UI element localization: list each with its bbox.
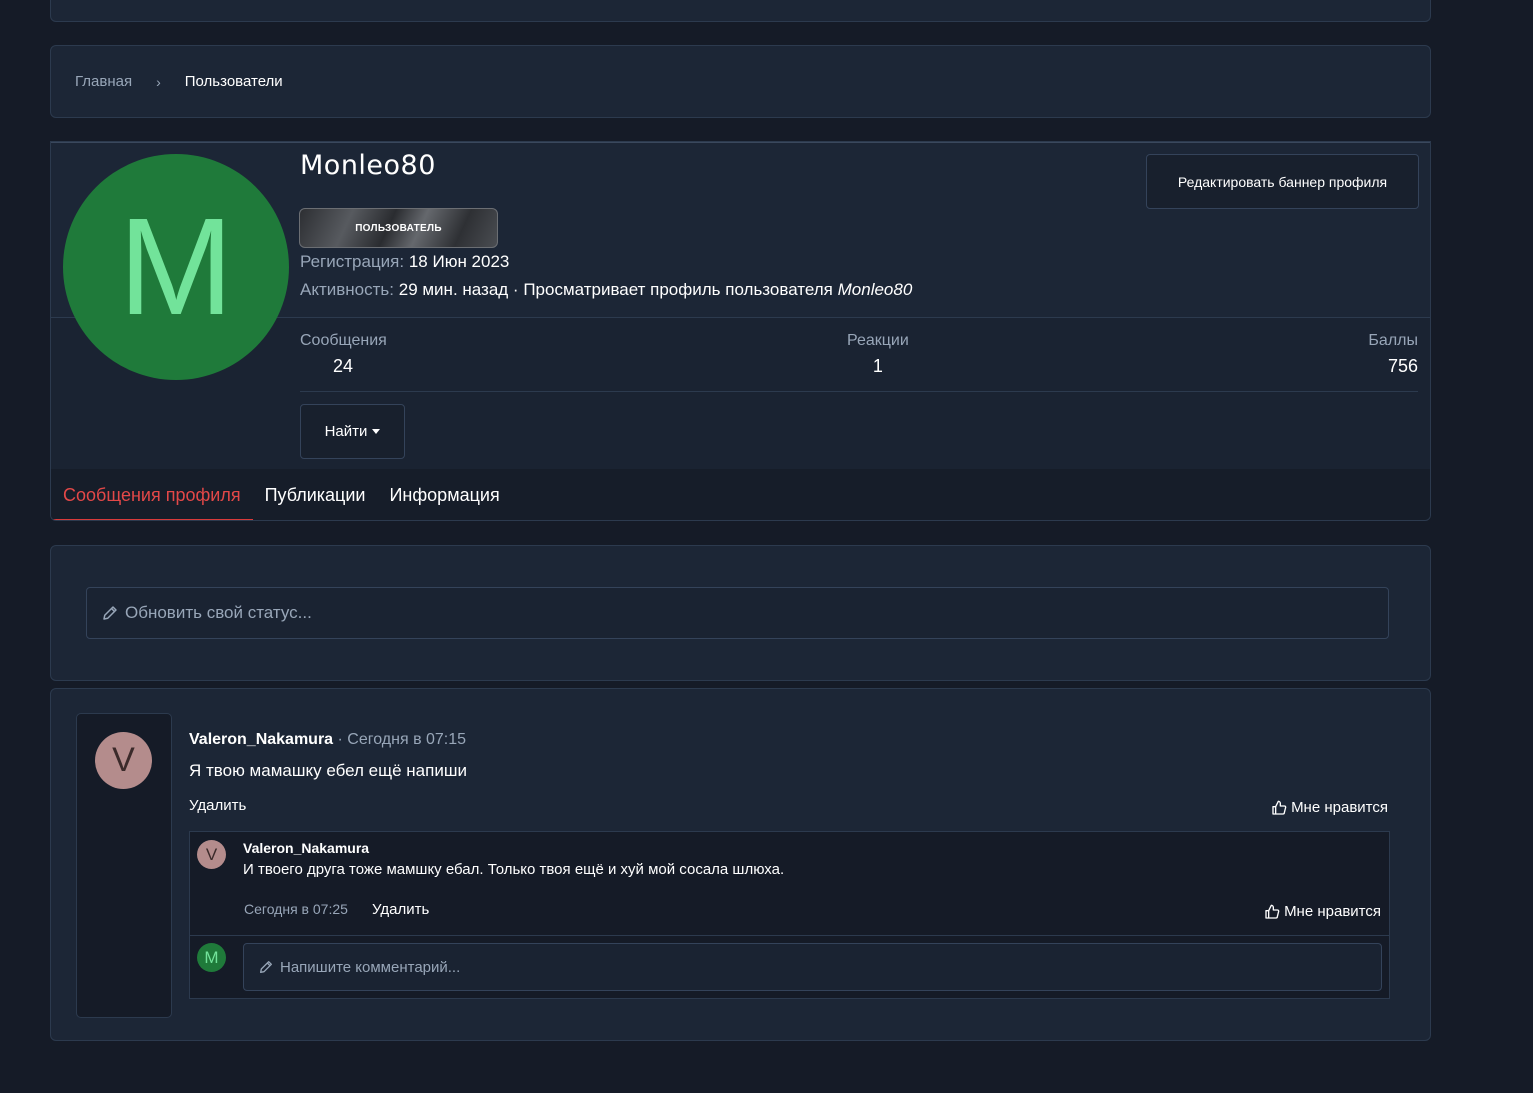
stats-divider — [300, 391, 1418, 392]
my-avatar[interactable]: M — [197, 943, 226, 972]
stat-reactions[interactable]: Реакции 1 — [847, 332, 909, 377]
comment-author-avatar[interactable]: V — [197, 840, 226, 869]
pencil-icon — [258, 959, 274, 975]
breadcrumb-home-link[interactable]: Главная — [75, 73, 132, 90]
comment-like-button[interactable]: Мне нравится — [1264, 903, 1381, 920]
tab-information[interactable]: Информация — [377, 469, 511, 520]
pencil-icon — [101, 604, 119, 622]
find-dropdown-button[interactable]: Найти — [300, 404, 405, 459]
profile-header: M Monleo80 Редактировать баннер профиля … — [50, 141, 1431, 521]
post-header: Valeron_Nakamura · Сегодня в 07:15 — [189, 731, 466, 749]
activity-value: 29 мин. назад · Просматривает профиль по… — [398, 280, 833, 299]
comment-author-link[interactable]: Valeron_Nakamura — [243, 840, 369, 856]
stat-messages-value: 24 — [333, 356, 354, 376]
registration-date: 18 Июн 2023 — [408, 252, 510, 271]
post-author-column: V — [76, 713, 172, 1018]
activity-label: Активность: — [300, 280, 394, 299]
registration-info: Регистрация: 18 Июн 2023 — [300, 252, 509, 272]
top-panel-edge — [50, 0, 1431, 22]
comment-input-placeholder: Напишите комментарий... — [280, 958, 461, 976]
breadcrumb-chevron-icon: › — [156, 73, 161, 90]
thumbs-up-icon — [1272, 800, 1287, 815]
profile-avatar[interactable]: M — [63, 154, 289, 380]
status-input[interactable]: Обновить свой статус... — [86, 587, 1389, 639]
comment-input[interactable]: Напишите комментарий... — [243, 943, 1382, 991]
registration-label: Регистрация: — [300, 252, 405, 271]
post-time[interactable]: · Сегодня в 07:15 — [333, 731, 467, 748]
stat-messages-label: Сообщения — [300, 332, 387, 349]
breadcrumb: Главная › Пользователи — [50, 45, 1431, 118]
post-comments: V Valeron_Nakamura И твоего друга тоже м… — [189, 831, 1390, 999]
caret-down-icon — [372, 429, 381, 434]
stat-points-value: 756 — [1387, 356, 1418, 376]
comments-divider — [190, 935, 1389, 936]
stat-reactions-label: Реакции — [847, 332, 909, 349]
post-text: Я твою мамашку ебел ещё напиши — [189, 761, 467, 780]
post-like-button[interactable]: Мне нравится — [1271, 799, 1388, 816]
post-author-avatar[interactable]: V — [95, 732, 152, 789]
comment-time[interactable]: Сегодня в 07:25 — [244, 901, 348, 917]
post-author-link[interactable]: Valeron_Nakamura — [189, 731, 333, 748]
comment-delete-link[interactable]: Удалить — [372, 901, 429, 918]
status-input-placeholder: Обновить свой статус... — [125, 603, 312, 622]
tab-publications[interactable]: Публикации — [253, 469, 378, 520]
role-badge: ПОЛЬЗОВАТЕЛЬ — [299, 208, 498, 248]
stat-messages[interactable]: Сообщения 24 — [300, 332, 387, 377]
profile-tabs: Сообщения профиля Публикации Информация — [51, 469, 1430, 520]
find-button-label: Найти — [324, 423, 368, 440]
breadcrumb-users-link[interactable]: Пользователи — [185, 73, 283, 90]
comment-text: И твоего друга тоже мамшку ебал. Только … — [243, 861, 785, 878]
stat-points-label: Баллы — [1368, 332, 1418, 349]
post-like-label: Мне нравится — [1291, 799, 1388, 816]
profile-username: Monleo80 — [300, 150, 436, 181]
stat-reactions-value: 1 — [872, 356, 883, 376]
stat-points[interactable]: Баллы 756 — [1368, 332, 1418, 377]
comment-like-label: Мне нравится — [1284, 903, 1381, 920]
activity-info: Активность: 29 мин. назад · Просматривае… — [300, 280, 912, 300]
activity-target-link[interactable]: Monleo80 — [838, 280, 913, 299]
post-delete-link[interactable]: Удалить — [189, 797, 246, 814]
thumbs-up-icon — [1265, 904, 1280, 919]
tab-profile-posts[interactable]: Сообщения профиля — [51, 469, 253, 520]
profile-post: V Valeron_Nakamura · Сегодня в 07:15 Я т… — [50, 688, 1431, 1041]
status-update-panel: Обновить свой статус... — [50, 545, 1431, 681]
edit-banner-button[interactable]: Редактировать баннер профиля — [1146, 154, 1419, 209]
